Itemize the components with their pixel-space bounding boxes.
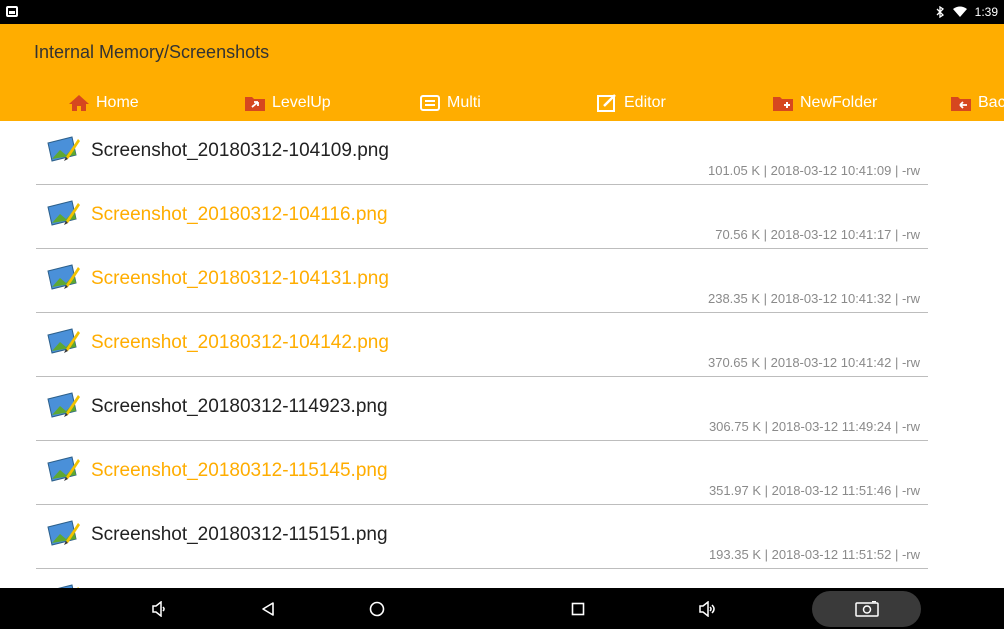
editor-button[interactable]: Editor — [596, 90, 666, 116]
status-bar: 1:39 — [0, 0, 1004, 24]
new-folder-icon — [773, 97, 793, 111]
file-list: Screenshot_20180312-104109.png 101.05 K … — [0, 121, 1004, 588]
file-name: Screenshot_20180312-104142.png — [91, 332, 389, 353]
file-row[interactable]: Screenshot_20180312-104131.png 238.35 K … — [36, 249, 928, 313]
image-file-icon — [47, 136, 80, 162]
file-name: Screenshot_20180312-104131.png — [91, 268, 389, 289]
multi-label: Multi — [447, 94, 481, 111]
back-folder-button[interactable]: Bac — [950, 90, 1004, 116]
file-row[interactable]: Screenshot_20180312-115145.png 351.97 K … — [36, 441, 928, 505]
home-label: Home — [96, 94, 139, 111]
levelup-label: LevelUp — [272, 94, 331, 111]
back-button[interactable] — [243, 588, 293, 629]
back-folder-icon — [951, 97, 971, 111]
file-meta: 193.35 K | 2018-03-12 11:51:52 | -rw — [708, 547, 920, 562]
file-name: Screenshot_20180312-104116.png — [91, 204, 388, 225]
file-name: Screenshot_20180312-104109.png — [91, 140, 389, 161]
app-bar: Internal Memory/Screenshots Home LevelUp… — [0, 24, 1004, 121]
image-file-icon — [47, 456, 80, 482]
image-file-icon — [47, 264, 80, 290]
current-path: Internal Memory/Screenshots — [34, 42, 270, 62]
multi-button[interactable]: Multi — [419, 90, 481, 116]
home-icon — [69, 95, 89, 111]
notification-icon — [6, 6, 18, 17]
file-row[interactable]: Screenshot_20180312-115151.png 193.35 K … — [36, 505, 928, 569]
editor-label: Editor — [624, 94, 666, 111]
file-row[interactable]: Screenshot_20180312-104142.png 370.65 K … — [36, 313, 928, 377]
file-row-partial[interactable] — [36, 569, 928, 588]
home-nav-button[interactable] — [352, 588, 402, 629]
volume-down-button[interactable] — [134, 588, 184, 629]
new-folder-label: NewFolder — [800, 94, 878, 111]
status-time: 1:39 — [974, 5, 998, 19]
screenshot-icon — [854, 601, 879, 617]
file-row[interactable]: Screenshot_20180312-104109.png 101.05 K … — [36, 121, 928, 185]
new-folder-button[interactable]: NewFolder — [772, 90, 877, 116]
file-meta: 306.75 K | 2018-03-12 11:49:24 | -rw — [708, 419, 920, 434]
volume-up-icon — [699, 600, 715, 617]
recents-button[interactable] — [553, 588, 603, 629]
status-icons: 1:39 — [936, 5, 998, 19]
image-file-icon — [47, 520, 80, 546]
file-meta: 370.65 K | 2018-03-12 10:41:42 | -rw — [707, 355, 920, 370]
volume-up-button[interactable] — [683, 588, 733, 629]
multi-icon — [420, 95, 440, 111]
volume-down-icon — [152, 600, 165, 617]
navigation-bar — [0, 588, 1004, 629]
file-meta: 238.35 K | 2018-03-12 10:41:32 | -rw — [707, 291, 920, 306]
file-meta: 70.56 K | 2018-03-12 10:41:17 | -rw — [715, 227, 920, 242]
wifi-icon — [952, 6, 967, 17]
toolbar: Home LevelUp Multi Editor NewFolder Bac — [0, 86, 1004, 120]
image-file-icon — [47, 392, 80, 418]
file-name: Screenshot_20180312-115145.png — [91, 460, 388, 481]
home-button[interactable]: Home — [68, 90, 139, 116]
editor-icon — [597, 94, 616, 112]
home-circle-icon — [369, 601, 385, 616]
file-row[interactable]: Screenshot_20180312-104116.png 70.56 K |… — [36, 185, 928, 249]
file-row[interactable]: Screenshot_20180312-114923.png 306.75 K … — [36, 377, 928, 441]
back-folder-label: Bac — [978, 94, 1004, 111]
levelup-button[interactable]: LevelUp — [244, 90, 331, 116]
back-icon — [262, 601, 274, 616]
image-file-icon — [47, 200, 80, 226]
recents-icon — [571, 602, 585, 615]
levelup-icon — [245, 97, 265, 111]
image-file-icon — [47, 328, 80, 354]
file-meta: 351.97 K | 2018-03-12 11:51:46 | -rw — [708, 483, 920, 498]
file-name: Screenshot_20180312-114923.png — [91, 396, 388, 417]
screenshot-button[interactable] — [812, 591, 921, 627]
file-name: Screenshot_20180312-115151.png — [91, 524, 388, 545]
file-meta: 101.05 K | 2018-03-12 10:41:09 | -rw — [707, 163, 920, 178]
bluetooth-icon — [936, 6, 944, 18]
